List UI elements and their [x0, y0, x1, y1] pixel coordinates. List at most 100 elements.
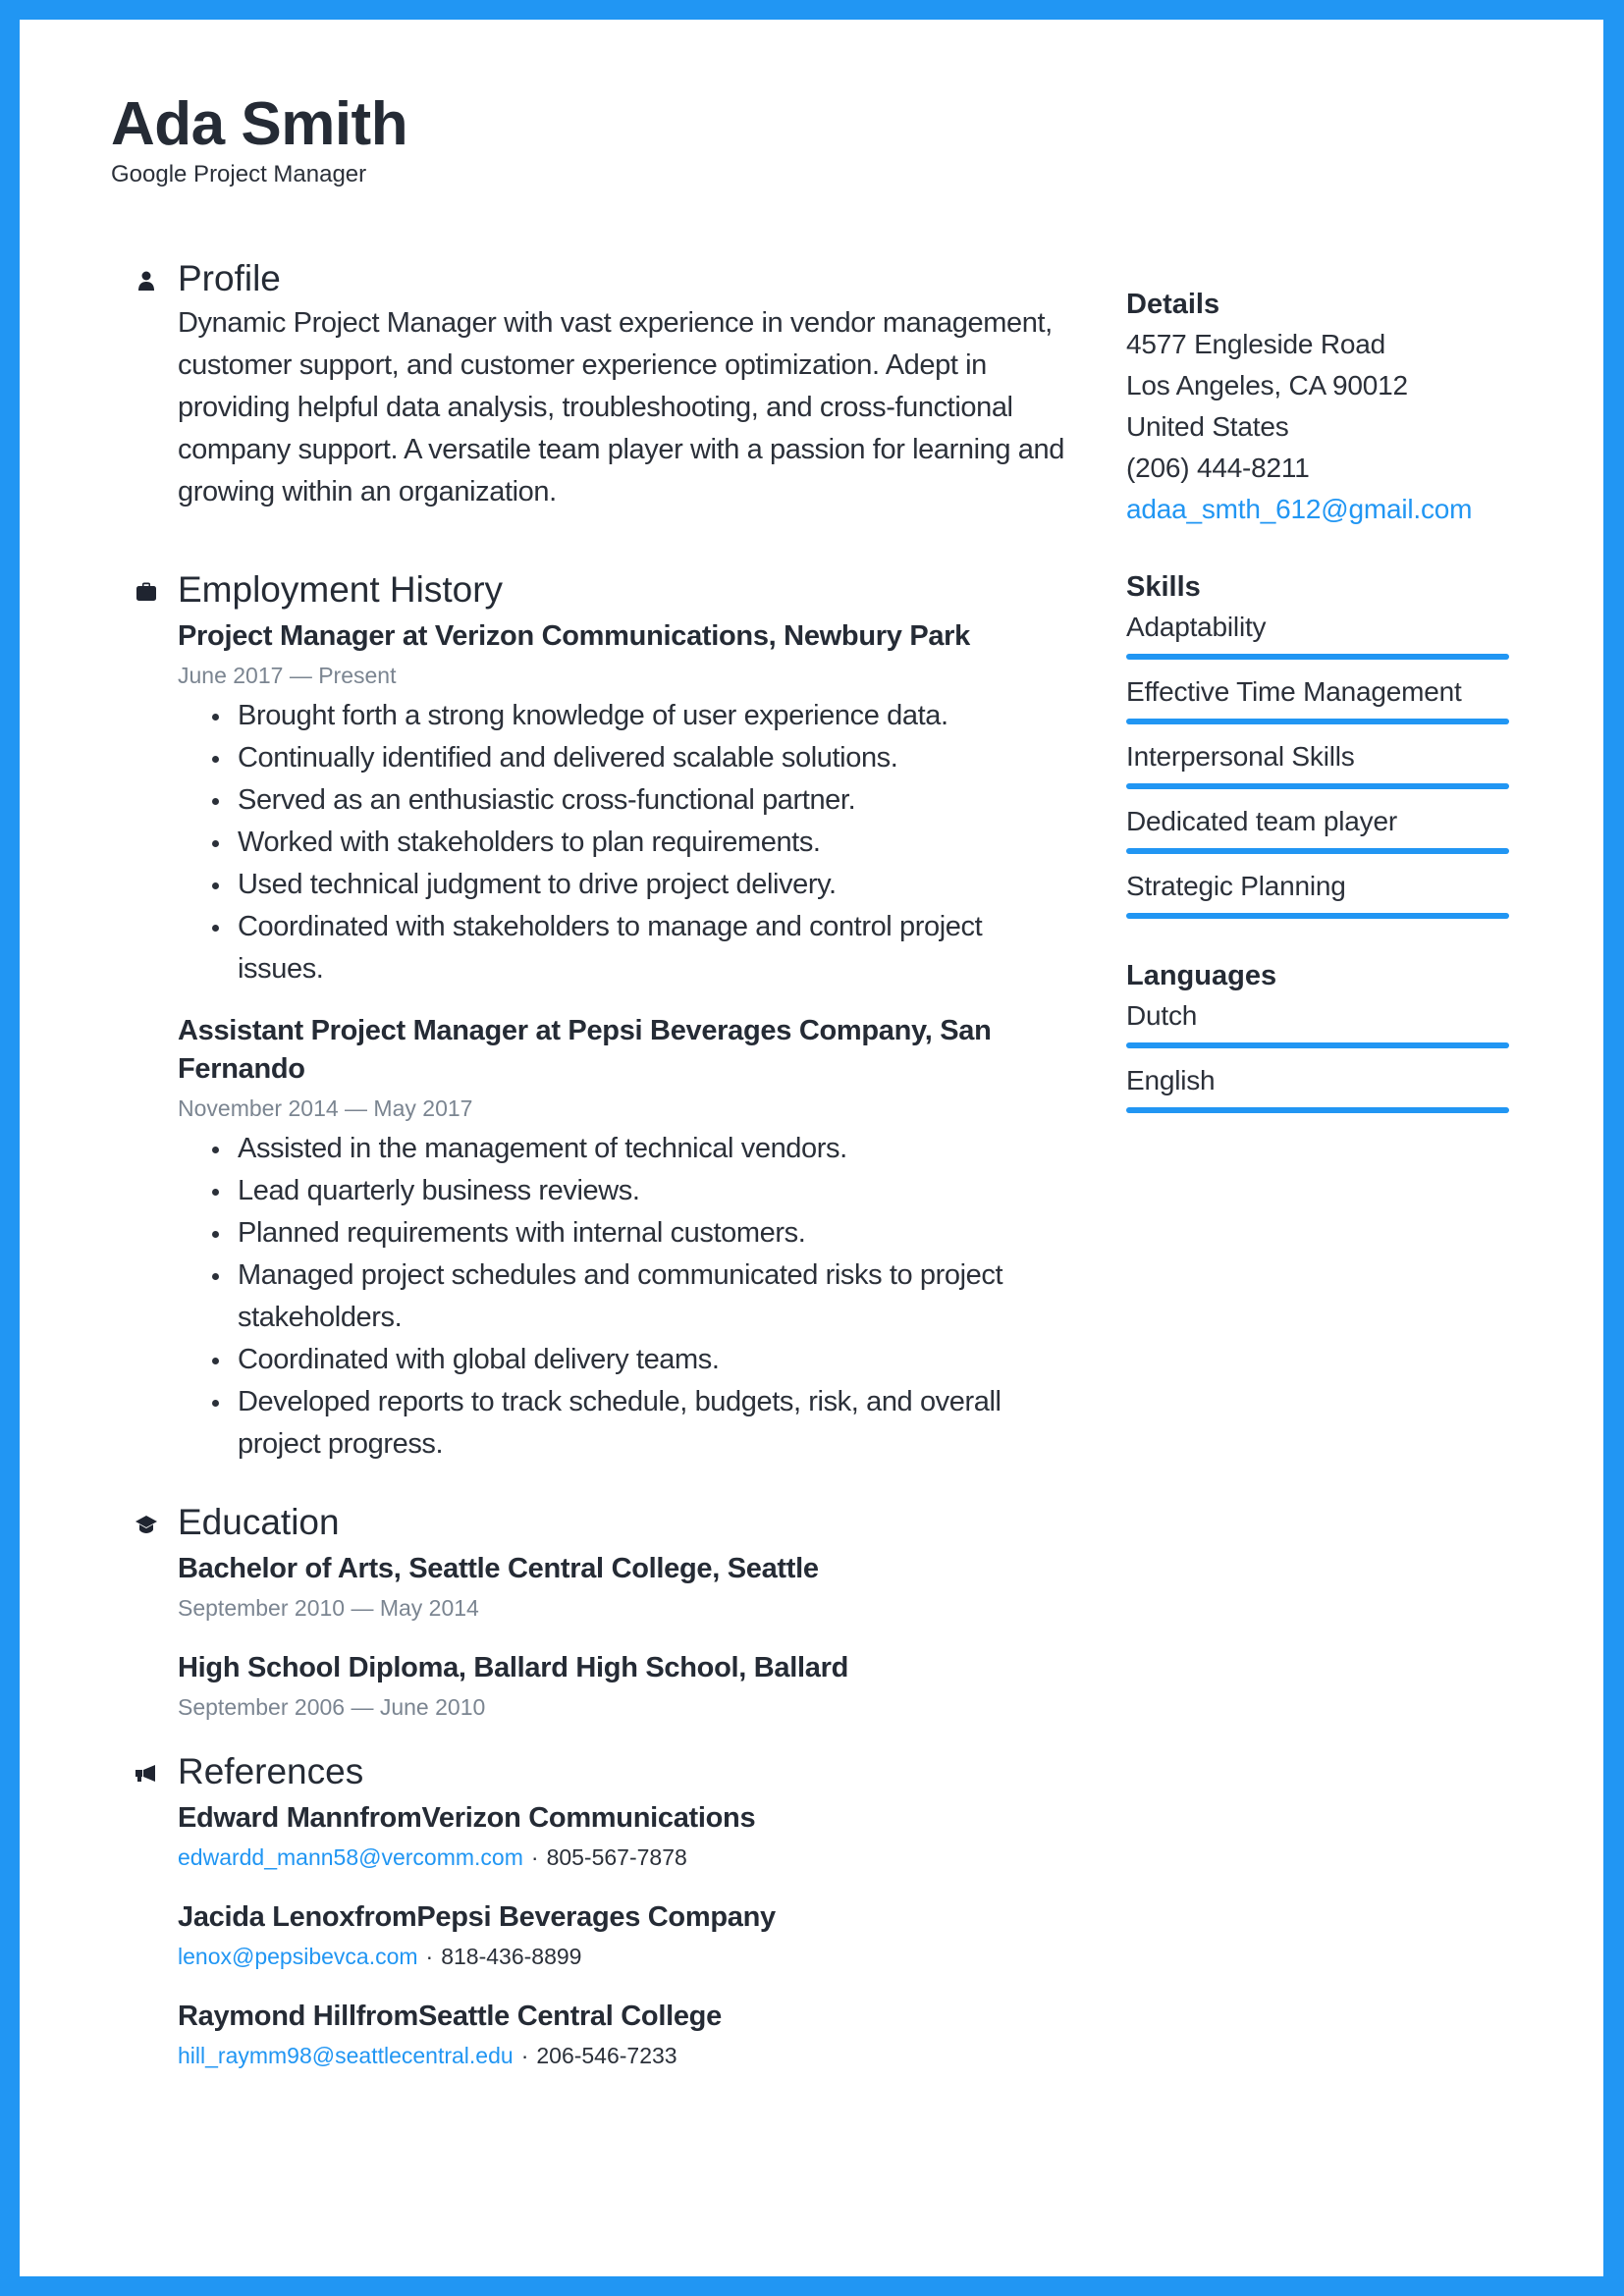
skill-item: Strategic Planning [1126, 866, 1509, 919]
job-bullet: Brought forth a strong knowledge of user… [212, 695, 1083, 737]
megaphone-icon [135, 1762, 158, 1786]
profile-heading: Profile [178, 258, 281, 298]
job-bullet: Coordinated with global delivery teams. [212, 1339, 1083, 1381]
job-bullets: Assisted in the management of technical … [178, 1128, 1083, 1466]
language-label: English [1126, 1065, 1216, 1095]
education-heading-text: Bachelor of Arts, Seattle Central Colleg… [178, 1553, 819, 1585]
skill-level-bar [1126, 913, 1509, 919]
job-bullet: Used technical judgment to drive project… [212, 864, 1083, 906]
job-heading: Assistant Project Manager at Pepsi Bever… [178, 1015, 992, 1086]
references-section: References Edward MannfromVerizon Commun… [111, 1748, 1083, 2075]
skills-list: Adaptability Effective Time Management Int… [1126, 607, 1509, 919]
education-heading: Education [178, 1502, 340, 1543]
language-level-fill [1126, 1107, 1509, 1113]
reference-contact: hill_raymm98@seattlecentral.edu · 206-546-… [178, 2036, 1083, 2075]
reference-entry: Raymond HillfromSeattle Central College … [178, 1998, 1083, 2075]
job-bullet: Worked with stakeholders to plan require… [212, 822, 1083, 864]
address-line-2: Los Angeles, CA 90012 [1126, 370, 1408, 400]
education-section: Education Bachelor of Arts, Seattle Cent… [111, 1499, 1083, 1727]
email-link[interactable]: adaa_smth_612@gmail.com [1126, 494, 1472, 524]
job-bullet: Planned requirements with internal custo… [212, 1212, 1083, 1255]
resume-header: Ada Smith Google Project Manager [111, 88, 408, 188]
skill-item: Dedicated team player [1126, 801, 1509, 854]
job-bullet: Coordinated with stakeholders to manage … [212, 906, 1083, 990]
languages-list: Dutch English [1126, 995, 1509, 1113]
reference-name: Raymond HillfromSeattle Central College [178, 2001, 722, 2033]
skill-level-fill [1126, 654, 1509, 660]
reference-entry: Edward MannfromVerizon Communications ed… [178, 1799, 1083, 1877]
job-bullet: Lead quarterly business reviews. [212, 1170, 1083, 1212]
languages-block: Languages Dutch English [1126, 956, 1509, 1113]
address-line-1: 4577 Engleside Road [1126, 329, 1385, 359]
skill-label: Effective Time Management [1126, 676, 1462, 707]
separator-dot: · [425, 1944, 434, 1970]
resume-page: Ada Smith Google Project Manager Profile… [20, 20, 1603, 2276]
reference-entry: Jacida LenoxfromPepsi Beverages Company … [178, 1898, 1083, 1976]
skill-label: Adaptability [1126, 612, 1267, 642]
skills-heading: Skills [1126, 571, 1201, 603]
address-country: United States [1126, 411, 1289, 442]
education-entry: Bachelor of Arts, Seattle Central Colleg… [178, 1550, 1083, 1628]
skill-item: Interpersonal Skills [1126, 736, 1509, 789]
details-block: Details 4577 Engleside Road Los Angeles,… [1126, 285, 1509, 530]
education-dates: September 2006 — June 2010 [178, 1694, 486, 1721]
language-level-fill [1126, 1042, 1509, 1048]
job-bullet: Served as an enthusiastic cross-function… [212, 779, 1083, 822]
reference-phone: 805-567-7878 [546, 1844, 687, 1871]
job-entry: Project Manager at Verizon Communication… [178, 617, 1083, 990]
language-level-bar [1126, 1042, 1509, 1048]
job-entry: Assistant Project Manager at Pepsi Bever… [178, 1012, 1083, 1466]
reference-name: Jacida LenoxfromPepsi Beverages Company [178, 1901, 776, 1934]
references-heading: References [178, 1751, 364, 1792]
separator-dot: · [530, 1844, 539, 1871]
candidate-name: Ada Smith [111, 90, 408, 158]
skill-level-fill [1126, 848, 1509, 854]
job-heading: Project Manager at Verizon Communication… [178, 620, 970, 653]
job-dates: June 2017 — Present [178, 663, 397, 689]
candidate-title: Google Project Manager [111, 161, 367, 188]
reference-phone: 206-546-7233 [536, 2043, 677, 2069]
languages-heading: Languages [1126, 960, 1277, 991]
employment-heading: Employment History [178, 569, 504, 611]
phone-number: (206) 444-8211 [1126, 453, 1310, 483]
person-icon [135, 269, 158, 293]
briefcase-icon [135, 580, 158, 604]
graduation-cap-icon [135, 1513, 158, 1536]
job-bullet: Managed project schedules and communicat… [212, 1255, 1083, 1339]
skill-level-fill [1126, 719, 1509, 724]
skill-level-fill [1126, 783, 1509, 789]
job-bullet: Continually identified and delivered sca… [212, 737, 1083, 779]
employment-section: Employment History Project Manager at Ve… [111, 566, 1083, 1466]
reference-contact: edwardd_mann58@vercomm.com · 805-567-7878 [178, 1838, 1083, 1877]
education-entry: High School Diploma, Ballard High School… [178, 1649, 1083, 1727]
reference-phone: 818-436-8899 [441, 1944, 582, 1970]
skills-block: Skills Adaptability Effective Time Manage… [1126, 567, 1509, 919]
main-column: Profile Dynamic Project Manager with vas… [111, 255, 1083, 2097]
skill-item: Adaptability [1126, 607, 1509, 660]
education-dates: September 2010 — May 2014 [178, 1595, 479, 1622]
skill-level-bar [1126, 719, 1509, 724]
job-dates: November 2014 — May 2017 [178, 1095, 473, 1122]
language-label: Dutch [1126, 1000, 1198, 1031]
job-bullets: Brought forth a strong knowledge of user… [178, 695, 1083, 990]
profile-summary: Dynamic Project Manager with vast experi… [178, 307, 1064, 508]
education-heading-text: High School Diploma, Ballard High School… [178, 1652, 848, 1684]
reference-email-link[interactable]: edwardd_mann58@vercomm.com [178, 1844, 523, 1870]
separator-dot: · [520, 2043, 529, 2069]
sidebar: Details 4577 Engleside Road Los Angeles,… [1126, 285, 1509, 1150]
profile-section: Profile Dynamic Project Manager with vas… [111, 255, 1083, 513]
skill-label: Interpersonal Skills [1126, 741, 1355, 772]
reference-name: Edward MannfromVerizon Communications [178, 1802, 756, 1835]
skill-level-bar [1126, 848, 1509, 854]
skill-level-fill [1126, 913, 1509, 919]
details-heading: Details [1126, 289, 1220, 320]
skill-level-bar [1126, 783, 1509, 789]
reference-email-link[interactable]: hill_raymm98@seattlecentral.edu [178, 2043, 514, 2068]
reference-email-link[interactable]: lenox@pepsibevca.com [178, 1944, 418, 1969]
skill-level-bar [1126, 654, 1509, 660]
skill-label: Dedicated team player [1126, 806, 1397, 836]
language-item: English [1126, 1060, 1509, 1113]
job-bullet: Developed reports to track schedule, bud… [212, 1381, 1083, 1466]
language-level-bar [1126, 1107, 1509, 1113]
language-item: Dutch [1126, 995, 1509, 1048]
